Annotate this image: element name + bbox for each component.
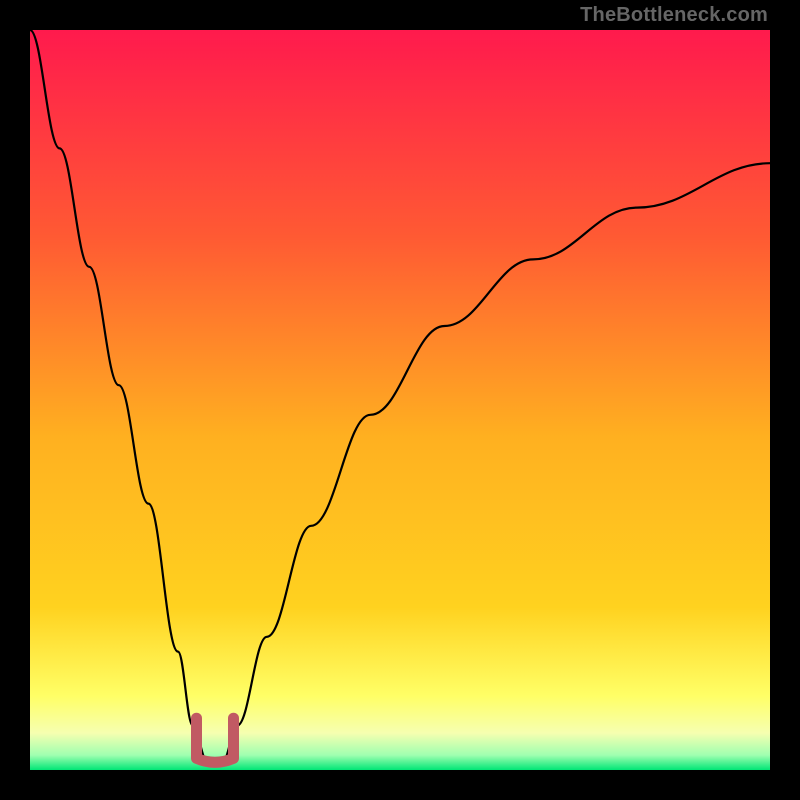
bottleneck-curve xyxy=(30,30,770,770)
chart-plot-area xyxy=(30,30,770,770)
watermark-text: TheBottleneck.com xyxy=(580,4,768,27)
